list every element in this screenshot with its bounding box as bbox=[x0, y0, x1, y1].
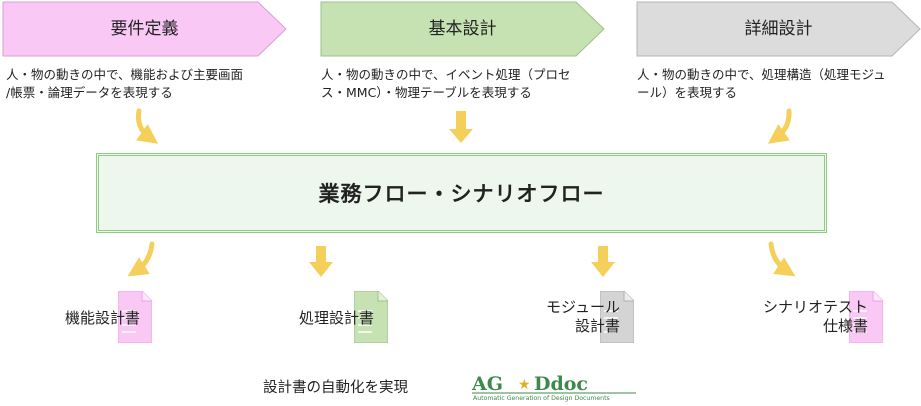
logo-suffix-text: Ddoc bbox=[534, 373, 588, 395]
document-label-line: 機能設計書 bbox=[64, 309, 140, 327]
document-label-line: 仕様書 bbox=[822, 317, 868, 335]
curved-arrow-down-icon bbox=[768, 241, 796, 277]
document-label-module-design: モジュール 設計書 bbox=[500, 298, 620, 336]
document-label-scenario-test-spec: シナリオテスト 仕様書 bbox=[720, 298, 868, 336]
footer-caption: 設計書の自動化を実現 bbox=[263, 380, 408, 396]
document-label-line: 設計書 bbox=[574, 317, 620, 335]
document-label-line: シナリオテスト bbox=[762, 298, 868, 316]
document-label-line: 処理設計書 bbox=[298, 309, 374, 327]
logo-star-icon: ★ bbox=[518, 377, 531, 393]
curved-arrow-down-icon bbox=[767, 108, 792, 144]
arrow-down-icon bbox=[309, 246, 333, 277]
curved-arrow-down-icon bbox=[136, 108, 159, 144]
document-label-process-design: 処理設計書 bbox=[260, 309, 374, 328]
agddoc-logo: AG ★ Ddoc Automatic Generation of Design… bbox=[470, 372, 638, 402]
business-flow-title: 業務フロー・シナリオフロー bbox=[318, 182, 605, 206]
logo-main-text: AG bbox=[471, 373, 503, 395]
document-label-function-design: 機能設計書 bbox=[30, 309, 140, 328]
business-flow-box: 業務フロー・シナリオフロー bbox=[96, 153, 827, 233]
arrow-down-icon bbox=[591, 246, 615, 277]
arrow-down-icon bbox=[449, 111, 473, 143]
logo-tagline: Automatic Generation of Design Documents bbox=[473, 395, 610, 402]
curved-arrow-down-icon bbox=[127, 241, 155, 277]
document-label-line: モジュール bbox=[546, 298, 620, 316]
